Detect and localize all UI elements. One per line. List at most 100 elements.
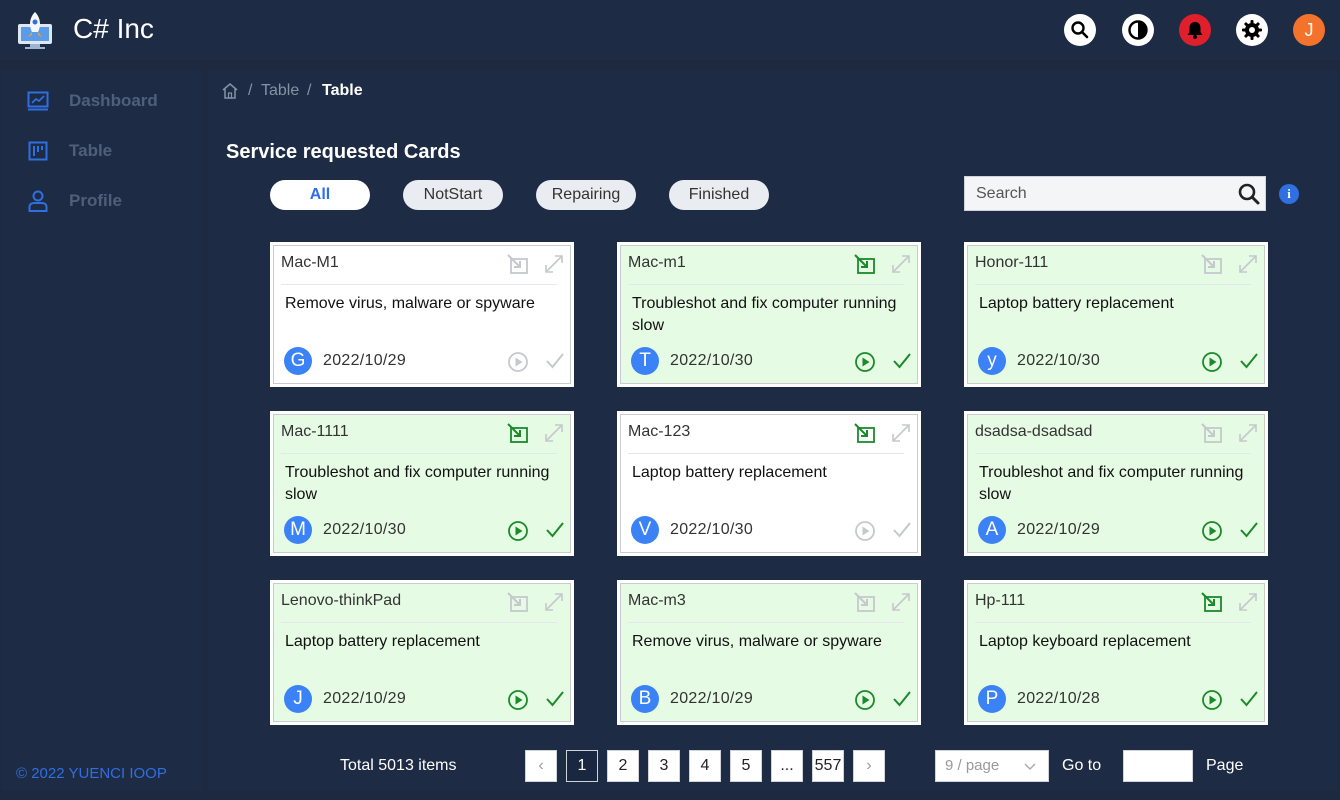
- card-device-name: Honor-111: [975, 254, 1049, 271]
- check-icon[interactable]: [545, 520, 565, 540]
- check-icon[interactable]: [892, 351, 912, 371]
- card-description: Troubleshot and fix computer running slo…: [632, 295, 897, 334]
- card-avatar: J: [284, 685, 312, 713]
- play-icon[interactable]: [1201, 689, 1223, 711]
- search-box: [964, 176, 1266, 211]
- service-card[interactable]: Mac-1111 Troubleshot and fix computer run…: [270, 411, 574, 556]
- card-description: Troubleshot and fix computer running slo…: [979, 464, 1244, 503]
- service-card[interactable]: Mac-m3 Remove virus, malware or spyware B 2…: [617, 580, 921, 725]
- expand-icon[interactable]: [1237, 253, 1259, 275]
- prev-page-button[interactable]: ‹: [525, 750, 557, 782]
- page-button-2[interactable]: 2: [607, 750, 639, 782]
- play-icon[interactable]: [507, 351, 529, 373]
- card-divider: [628, 622, 904, 623]
- page-button-3[interactable]: 3: [648, 750, 680, 782]
- card-avatar: T: [631, 347, 659, 375]
- check-icon[interactable]: [1239, 520, 1259, 540]
- search-icon: [1071, 21, 1089, 39]
- sidebar-item-profile[interactable]: Profile: [2, 181, 202, 221]
- page-ellipsis-button[interactable]: ...: [771, 750, 803, 782]
- card-date: 2022/10/29: [323, 352, 407, 369]
- search-input[interactable]: [965, 177, 1233, 210]
- card-device-name: Mac-123: [628, 423, 691, 440]
- play-icon[interactable]: [507, 520, 529, 542]
- check-icon[interactable]: [1239, 351, 1259, 371]
- assign-icon[interactable]: [853, 422, 877, 444]
- play-icon[interactable]: [854, 520, 876, 542]
- next-page-button[interactable]: ›: [853, 750, 885, 782]
- page-label: Page: [1206, 757, 1244, 774]
- breadcrumb-table[interactable]: Table: [261, 82, 299, 100]
- filter-finished[interactable]: Finished: [669, 180, 769, 210]
- service-card[interactable]: Mac-m1 Troubleshot and fix computer runni…: [617, 242, 921, 387]
- expand-icon[interactable]: [543, 422, 565, 444]
- expand-icon[interactable]: [543, 591, 565, 613]
- sidebar-item-label: Profile: [69, 191, 122, 210]
- card-date: 2022/10/30: [323, 521, 407, 538]
- check-icon[interactable]: [892, 689, 912, 709]
- sidebar-item-dashboard[interactable]: Dashboard: [2, 81, 202, 121]
- sidebar: Dashboard Table Profile © 2022 YUENCI IO…: [2, 70, 202, 790]
- expand-icon[interactable]: [890, 422, 912, 444]
- info-icon[interactable]: i: [1279, 184, 1299, 204]
- total-items: Total 5013 items: [340, 757, 457, 774]
- assign-icon[interactable]: [506, 422, 530, 444]
- play-icon[interactable]: [1201, 520, 1223, 542]
- filter-repairing[interactable]: Repairing: [536, 180, 636, 210]
- assign-icon[interactable]: [1200, 253, 1224, 275]
- play-icon[interactable]: [854, 689, 876, 711]
- search-button[interactable]: [1064, 14, 1096, 46]
- service-card[interactable]: Hp-111 Laptop keyboard replacement P 2022/1…: [964, 580, 1268, 725]
- expand-icon[interactable]: [1237, 591, 1259, 613]
- card-avatar: B: [631, 685, 659, 713]
- page-button-last[interactable]: 557: [812, 750, 844, 782]
- expand-icon[interactable]: [543, 253, 565, 275]
- service-card[interactable]: Lenovo-thinkPad Laptop battery replacemen…: [270, 580, 574, 725]
- theme-toggle-button[interactable]: [1122, 14, 1154, 46]
- service-card[interactable]: Honor-111 Laptop battery replacement y 2022…: [964, 242, 1268, 387]
- expand-icon[interactable]: [890, 591, 912, 613]
- home-icon[interactable]: [221, 82, 239, 100]
- goto-label: Go to: [1062, 757, 1102, 774]
- expand-icon[interactable]: [890, 253, 912, 275]
- card-description: Laptop battery replacement: [979, 295, 1174, 312]
- assign-icon[interactable]: [853, 253, 877, 275]
- play-icon[interactable]: [507, 689, 529, 711]
- search-icon[interactable]: [1237, 182, 1261, 206]
- user-avatar[interactable]: J: [1293, 14, 1325, 46]
- check-icon[interactable]: [1239, 689, 1259, 709]
- check-icon[interactable]: [545, 351, 565, 371]
- goto-page-input[interactable]: [1123, 750, 1193, 782]
- check-icon[interactable]: [545, 689, 565, 709]
- service-card[interactable]: Mac-123 Laptop battery replacement V 2022/1…: [617, 411, 921, 556]
- play-icon[interactable]: [854, 351, 876, 373]
- card-device-name: Mac-1111: [281, 423, 349, 440]
- settings-button[interactable]: [1236, 14, 1268, 46]
- sidebar-item-table[interactable]: Table: [2, 131, 202, 171]
- filter-notstart[interactable]: NotStart: [403, 180, 503, 210]
- play-icon[interactable]: [1201, 351, 1223, 373]
- assign-icon[interactable]: [1200, 591, 1224, 613]
- page-size-select[interactable]: 9 / page: [935, 750, 1049, 782]
- card-date: 2022/10/30: [670, 352, 754, 369]
- chevron-down-icon: [1024, 763, 1036, 770]
- check-icon[interactable]: [892, 520, 912, 540]
- assign-icon[interactable]: [853, 591, 877, 613]
- service-card[interactable]: dsadsa-dsadsad Troubleshot and fix comput…: [964, 411, 1268, 556]
- page-button-4[interactable]: 4: [689, 750, 721, 782]
- assign-icon[interactable]: [506, 253, 530, 275]
- user-icon: [26, 189, 50, 213]
- card-divider: [975, 622, 1251, 623]
- expand-icon[interactable]: [1237, 422, 1259, 444]
- card-divider: [975, 284, 1251, 285]
- card-device-name: Hp-111: [975, 592, 1026, 609]
- card-divider: [975, 453, 1251, 454]
- assign-icon[interactable]: [506, 591, 530, 613]
- page-button-1[interactable]: 1: [566, 750, 598, 782]
- page-button-5[interactable]: 5: [730, 750, 762, 782]
- assign-icon[interactable]: [1200, 422, 1224, 444]
- notifications-button[interactable]: [1179, 14, 1211, 46]
- filter-all[interactable]: All: [270, 180, 370, 210]
- service-card[interactable]: Mac-M1 Remove virus, malware or spyware G 2…: [270, 242, 574, 387]
- breadcrumb-current: Table: [322, 82, 363, 99]
